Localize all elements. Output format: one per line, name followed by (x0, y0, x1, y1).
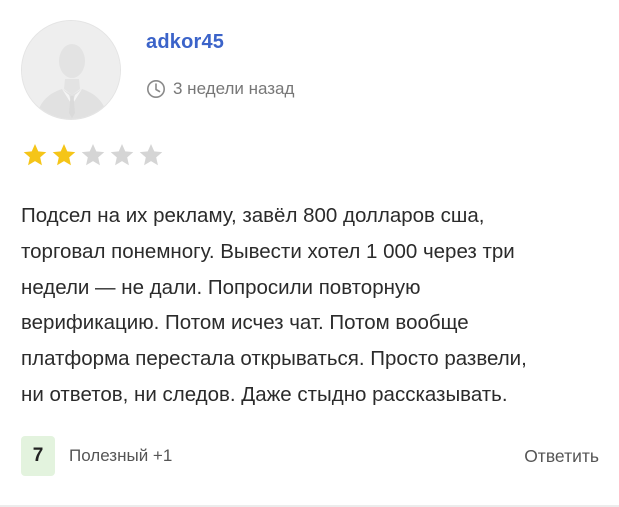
footer-left: 7 Полезный +1 (21, 436, 172, 476)
time-ago-label: 3 недели назад (173, 79, 295, 98)
helpful-button[interactable]: Полезный +1 (69, 446, 172, 466)
review-card: adkor45 3 недели назад Подсел на их рекл… (0, 0, 619, 507)
avatar[interactable] (21, 20, 121, 120)
review-text: Подсел на их рекламу, завёл 800 долларов… (21, 204, 527, 406)
reply-button[interactable]: Ответить (524, 446, 599, 467)
user-silhouette-icon (22, 21, 120, 119)
review-footer: 7 Полезный +1 Ответить (21, 436, 599, 476)
star-icon (110, 143, 134, 166)
helpful-score-badge: 7 (21, 436, 55, 476)
star-rating (22, 142, 164, 168)
star-icon (52, 143, 76, 166)
clock-icon (147, 80, 165, 98)
star-icon (81, 143, 105, 166)
star-icon (23, 143, 47, 166)
username-link[interactable]: adkor45 (146, 31, 224, 54)
star-icon (139, 143, 163, 166)
review-time: 3 недели назад (146, 78, 294, 100)
